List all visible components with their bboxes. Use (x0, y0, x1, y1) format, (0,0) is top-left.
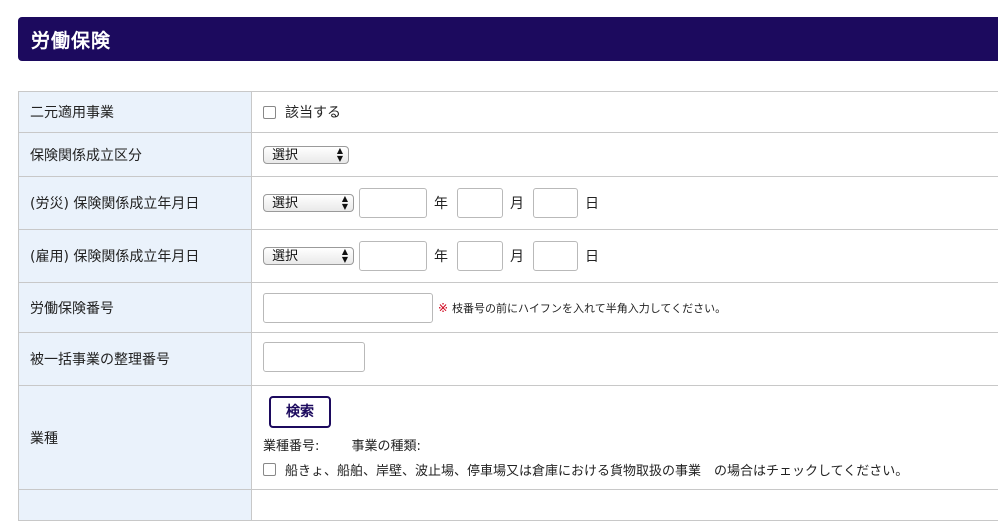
industrial-accident-year-input[interactable] (359, 188, 427, 218)
employment-year-input[interactable] (359, 241, 427, 271)
labor-insurance-form: 二元適用事業 該当する 保険関係成立区分 選択 ▲▼ (労災) 保険関係成立年月… (18, 91, 998, 521)
row-insurance-class: 保険関係成立区分 選択 ▲▼ (19, 133, 998, 177)
industrial-accident-era-value: 選択 (272, 196, 298, 211)
day-unit: 日 (585, 193, 599, 213)
label-next (19, 490, 252, 521)
year-unit: 年 (434, 246, 448, 266)
insurance-class-select-value: 選択 (272, 148, 298, 163)
month-unit: 月 (510, 193, 524, 213)
industry-search-button[interactable]: 検索 (269, 396, 331, 428)
label-employment-date: (雇用) 保険関係成立年月日 (19, 230, 252, 283)
select-arrows-icon: ▲▼ (342, 195, 348, 211)
industry-info: 業種番号: 事業の種類: (263, 435, 998, 454)
month-unit: 月 (510, 246, 524, 266)
label-bulk-business-number: 被一括事業の整理番号 (19, 333, 252, 386)
employment-era-select[interactable]: 選択 ▲▼ (263, 247, 354, 265)
label-insurance-class: 保険関係成立区分 (19, 133, 252, 177)
industry-number-label: 業種番号: (263, 439, 319, 454)
page-header: 労働保険 (18, 17, 998, 61)
industrial-accident-day-input[interactable] (533, 188, 578, 218)
field-next (252, 490, 998, 521)
business-type-label: 事業の種類: (352, 439, 421, 454)
label-labor-insurance-number: 労働保険番号 (19, 283, 252, 333)
row-next (19, 490, 998, 521)
label-industrial-accident-date: (労災) 保険関係成立年月日 (19, 177, 252, 230)
employment-month-input[interactable] (457, 241, 503, 271)
insurance-class-select[interactable]: 選択 ▲▼ (263, 146, 349, 164)
note-mark: ※ (438, 301, 448, 315)
employment-day-input[interactable] (533, 241, 578, 271)
select-arrows-icon: ▲▼ (342, 248, 348, 264)
row-dual-business: 二元適用事業 該当する (19, 92, 998, 133)
industrial-accident-month-input[interactable] (457, 188, 503, 218)
day-unit: 日 (585, 246, 599, 266)
page-title: 労働保険 (31, 26, 111, 53)
bulk-business-number-input[interactable] (263, 342, 365, 372)
row-industrial-accident-date: (労災) 保険関係成立年月日 選択 ▲▼ 年 月 日 (19, 177, 998, 230)
dual-business-checkbox[interactable] (263, 106, 276, 119)
label-dual-business: 二元適用事業 (19, 92, 252, 133)
year-unit: 年 (434, 193, 448, 213)
row-employment-date: (雇用) 保険関係成立年月日 選択 ▲▼ 年 月 日 (19, 230, 998, 283)
select-arrows-icon: ▲▼ (337, 147, 343, 163)
labor-insurance-number-note: 枝番号の前にハイフンを入れて半角入力してください。 (452, 300, 726, 316)
row-industry: 業種 検索 業種番号: 事業の種類: 船きょ、船舶、岸壁、波止場、停車場又は倉庫… (19, 386, 998, 490)
employment-era-value: 選択 (272, 249, 298, 264)
row-bulk-business-number: 被一括事業の整理番号 (19, 333, 998, 386)
row-labor-insurance-number: 労働保険番号 ※ 枝番号の前にハイフンを入れて半角入力してください。 (19, 283, 998, 333)
cargo-handling-checkbox[interactable] (263, 463, 276, 476)
dual-business-checkbox-label[interactable]: 該当する (285, 102, 341, 122)
label-industry: 業種 (19, 386, 252, 490)
industrial-accident-era-select[interactable]: 選択 ▲▼ (263, 194, 354, 212)
labor-insurance-number-input[interactable] (263, 293, 433, 323)
cargo-handling-note[interactable]: 船きょ、船舶、岸壁、波止場、停車場又は倉庫における貨物取扱の事業 の場合はチェッ… (285, 460, 908, 479)
